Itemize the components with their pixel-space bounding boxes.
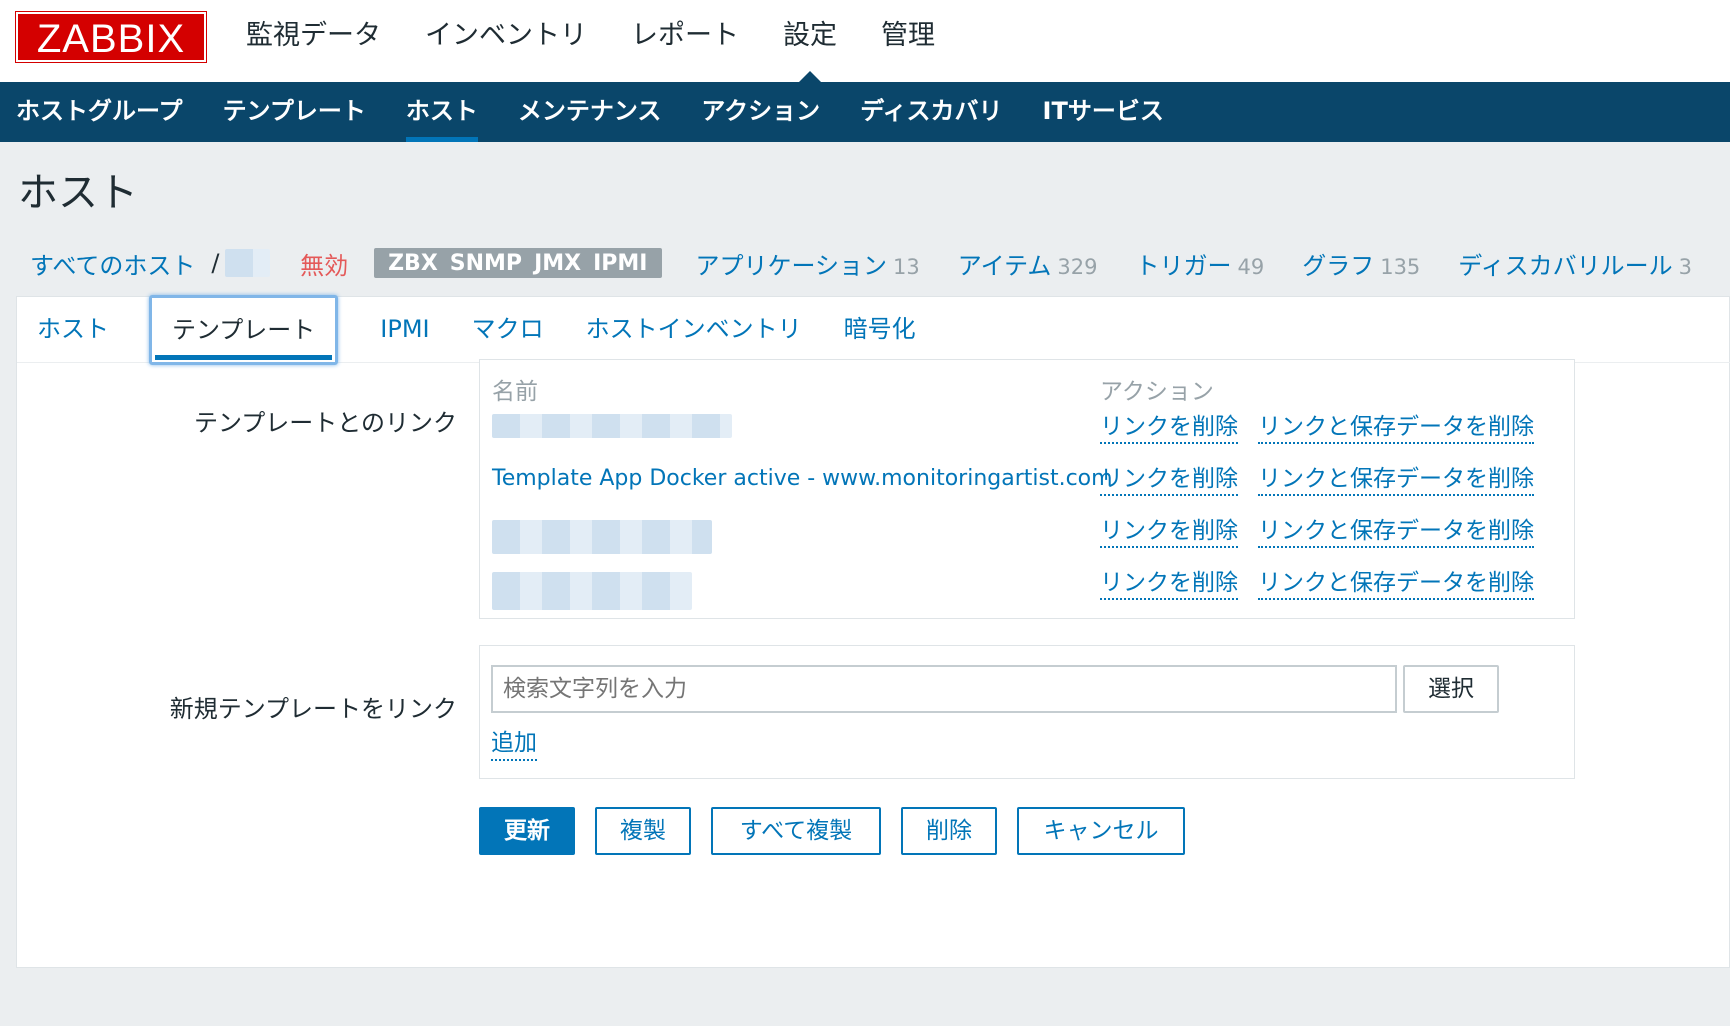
sub-nav-maintenance[interactable]: メンテナンス: [518, 82, 662, 142]
update-button[interactable]: 更新: [479, 807, 575, 855]
main-nav: 監視データ インベントリ レポート 設定 管理: [246, 0, 979, 84]
unlink-clear-link[interactable]: リンクと保存データを削除: [1258, 464, 1534, 496]
unlink-clear-link[interactable]: リンクと保存データを削除: [1258, 412, 1534, 444]
all-hosts-link[interactable]: すべてのホスト: [30, 246, 195, 281]
main-nav-configuration[interactable]: 設定: [783, 0, 837, 84]
triggers-link[interactable]: トリガー 49: [1135, 246, 1264, 281]
triggers-label: トリガー: [1135, 251, 1232, 280]
unlink-link[interactable]: リンクを削除: [1100, 568, 1238, 600]
tab-host-inventory[interactable]: ホストインベントリ: [586, 297, 802, 362]
column-name-header: 名前: [492, 379, 538, 405]
select-button[interactable]: 選択: [1403, 665, 1499, 713]
availability-badges: ZBX SNMP JMX IPMI: [374, 248, 662, 278]
unlink-clear-link[interactable]: リンクと保存データを削除: [1258, 568, 1534, 600]
items-label: アイテム: [957, 251, 1052, 280]
delete-button[interactable]: 削除: [901, 807, 997, 855]
unlink-clear-link[interactable]: リンクと保存データを削除: [1258, 516, 1534, 548]
graphs-link[interactable]: グラフ 135: [1302, 246, 1420, 281]
breadcrumb-separator: /: [211, 249, 220, 277]
unlink-link[interactable]: リンクを削除: [1100, 464, 1238, 496]
add-template-link[interactable]: 追加: [491, 727, 537, 761]
unlink-link[interactable]: リンクを削除: [1100, 412, 1238, 444]
sub-nav-it-services[interactable]: ITサービス: [1043, 82, 1164, 142]
top-bar: ZABBIX 監視データ インベントリ レポート 設定 管理: [0, 0, 1730, 84]
badge-jmx: JMX: [534, 250, 582, 276]
redacted-template-name[interactable]: [492, 572, 692, 610]
items-count: 329: [1057, 254, 1098, 279]
column-action-header: アクション: [1100, 379, 1214, 405]
host-form-panel: ホスト テンプレート IPMI マクロ ホストインベントリ 暗号化 テンプレート…: [16, 295, 1730, 968]
main-nav-inventory[interactable]: インベントリ: [425, 0, 587, 82]
graphs-label: グラフ: [1302, 251, 1375, 280]
redacted-template-name[interactable]: [492, 414, 732, 438]
main-nav-monitoring[interactable]: 監視データ: [246, 0, 381, 82]
unlink-link[interactable]: リンクを削除: [1100, 516, 1238, 548]
main-nav-administration[interactable]: 管理: [881, 0, 935, 82]
badge-zbx: ZBX: [388, 250, 438, 276]
clone-button[interactable]: 複製: [595, 807, 691, 855]
applications-link[interactable]: アプリケーション 13: [696, 246, 920, 281]
host-status-disabled[interactable]: 無効: [300, 246, 348, 281]
sub-nav-actions[interactable]: アクション: [701, 82, 820, 142]
full-clone-button[interactable]: すべて複製: [711, 807, 881, 855]
template-search-input[interactable]: [491, 665, 1397, 713]
graphs-count: 135: [1380, 254, 1421, 279]
sub-nav: ホストグループ テンプレート ホスト メンテナンス アクション ディスカバリ I…: [0, 82, 1730, 142]
linked-templates-table: 名前 アクション リンクを削除 リンクと保存データを削除 Template Ap…: [479, 359, 1575, 619]
discovery-rules-count: 3: [1678, 254, 1692, 279]
link-new-templates-label: 新規テンプレートをリンク: [169, 695, 457, 723]
sub-nav-host-groups[interactable]: ホストグループ: [16, 82, 183, 142]
badge-ipmi: IPMI: [593, 250, 648, 276]
redacted-host-name[interactable]: [225, 249, 271, 277]
template-docker-link[interactable]: Template App Docker active - www.monitor…: [492, 466, 1113, 491]
tab-host[interactable]: ホスト: [37, 297, 109, 362]
sub-nav-templates[interactable]: テンプレート: [223, 82, 366, 142]
cancel-button[interactable]: キャンセル: [1017, 807, 1185, 855]
discovery-rules-label: ディスカバリルール: [1458, 251, 1673, 280]
badge-snmp: SNMP: [449, 250, 523, 276]
items-link[interactable]: アイテム 329: [958, 246, 1098, 281]
tab-ipmi[interactable]: IPMI: [380, 297, 429, 362]
triggers-count: 49: [1237, 254, 1265, 279]
tab-encryption[interactable]: 暗号化: [844, 297, 916, 362]
sub-nav-discovery[interactable]: ディスカバリ: [860, 82, 1002, 142]
main-nav-reports[interactable]: レポート: [631, 0, 739, 82]
tab-macros[interactable]: マクロ: [472, 297, 544, 362]
applications-label: アプリケーション: [695, 251, 888, 280]
redacted-template-name[interactable]: [492, 520, 712, 554]
tab-templates[interactable]: テンプレート: [149, 295, 339, 365]
linked-templates-label: テンプレートとのリンク: [193, 409, 457, 437]
page-title: ホスト: [18, 170, 138, 216]
zabbix-logo[interactable]: ZABBIX: [16, 12, 206, 62]
applications-count: 13: [893, 254, 920, 279]
breadcrumb: すべてのホスト / 無効 ZBX SNMP JMX IPMI アプリケーション 1…: [0, 232, 1730, 294]
form-tabs: ホスト テンプレート IPMI マクロ ホストインベントリ 暗号化: [17, 295, 1730, 365]
sub-nav-hosts[interactable]: ホスト: [405, 82, 478, 142]
discovery-rules-link[interactable]: ディスカバリルール 3: [1458, 246, 1692, 281]
